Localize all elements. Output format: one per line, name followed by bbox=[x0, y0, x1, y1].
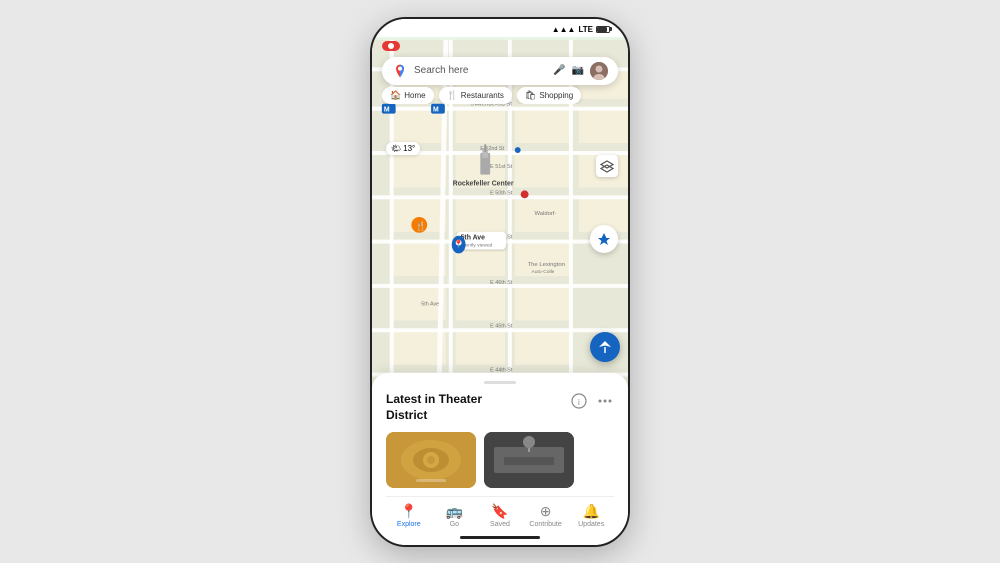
record-button[interactable] bbox=[382, 41, 400, 51]
svg-text:M: M bbox=[384, 106, 390, 113]
svg-text:📍: 📍 bbox=[454, 238, 464, 248]
maps-logo-icon bbox=[392, 63, 408, 79]
bottom-nav: 📍 Explore 🚌 Go 🔖 Saved ⊕ Contribute 🔔 Up… bbox=[386, 496, 614, 532]
home-indicator bbox=[460, 536, 540, 539]
status-icons: ▲▲▲ LTE bbox=[552, 25, 610, 34]
svg-text:E 51st St: E 51st St bbox=[490, 163, 512, 169]
svg-text:E 50th St: E 50th St bbox=[490, 190, 513, 196]
restaurants-icon: 🍴 bbox=[447, 90, 458, 101]
svg-text:🍴: 🍴 bbox=[415, 219, 426, 231]
svg-text:Rockefeller Center: Rockefeller Center bbox=[453, 180, 514, 187]
navigation-fab[interactable] bbox=[590, 332, 620, 362]
phone-frame: W 55th St 5 Avenue–53 St E 52nd St E 51s… bbox=[370, 17, 630, 547]
panel-title: Latest in TheaterDistrict bbox=[386, 392, 482, 423]
record-dot bbox=[388, 43, 394, 49]
temp-icon: 🌤 bbox=[391, 144, 401, 153]
pill-home[interactable]: 🏠 Home bbox=[382, 87, 434, 104]
svg-text:i: i bbox=[578, 398, 580, 407]
search-bar[interactable]: Search here 🎤 📷 bbox=[382, 57, 618, 85]
pill-restaurants[interactable]: 🍴 Restaurants bbox=[439, 87, 512, 104]
saved-label: Saved bbox=[490, 521, 510, 528]
more-options-button[interactable] bbox=[596, 392, 614, 410]
svg-text:E 46th St: E 46th St bbox=[490, 279, 513, 285]
photo-thumb-1[interactable] bbox=[386, 432, 476, 488]
svg-text:Auto·Colle: Auto·Colle bbox=[532, 269, 555, 275]
photo-thumb-2[interactable] bbox=[484, 432, 574, 488]
layers-button[interactable] bbox=[596, 155, 618, 177]
home-icon: 🏠 bbox=[390, 90, 401, 101]
go-label: Go bbox=[450, 521, 459, 528]
shopping-icon: 🛍 bbox=[525, 90, 536, 101]
svg-text:E 45th St: E 45th St bbox=[490, 323, 513, 329]
svg-text:Waldorf·: Waldorf· bbox=[534, 211, 556, 217]
explore-icon: 📍 bbox=[400, 503, 417, 520]
temperature-badge: 🌤 13° bbox=[386, 142, 420, 155]
updates-icon: 🔔 bbox=[582, 503, 599, 520]
temperature-value: 13° bbox=[403, 144, 415, 153]
battery-icon bbox=[596, 26, 610, 33]
svg-text:E 44th St: E 44th St bbox=[490, 367, 513, 373]
saved-icon: 🔖 bbox=[491, 503, 508, 520]
user-avatar[interactable] bbox=[590, 62, 608, 80]
contribute-label: Contribute bbox=[529, 521, 561, 528]
explore-label: Explore bbox=[397, 521, 421, 528]
pill-shopping-label: Shopping bbox=[539, 91, 573, 100]
mic-icon[interactable]: 🎤 bbox=[553, 65, 565, 76]
category-pills: 🏠 Home 🍴 Restaurants 🛍 Shopping bbox=[382, 87, 628, 104]
go-icon: 🚌 bbox=[446, 503, 463, 520]
camera-icon[interactable]: 📷 bbox=[572, 65, 584, 76]
status-bar: ▲▲▲ LTE bbox=[372, 19, 628, 36]
nav-saved[interactable]: 🔖 Saved bbox=[480, 503, 520, 528]
svg-text:The Lexington: The Lexington bbox=[528, 262, 565, 268]
updates-label: Updates bbox=[578, 521, 604, 528]
panel-header: Latest in TheaterDistrict i bbox=[386, 392, 614, 423]
svg-text:5th Ave: 5th Ave bbox=[421, 301, 439, 307]
battery-fill bbox=[597, 27, 607, 32]
contribute-icon: ⊕ bbox=[540, 503, 552, 520]
search-bar-container: Search here 🎤 📷 bbox=[382, 57, 618, 85]
info-button[interactable]: i bbox=[570, 392, 588, 410]
signal-icon: ▲▲▲ bbox=[552, 25, 576, 34]
location-button[interactable] bbox=[590, 225, 618, 253]
panel-actions: i bbox=[570, 392, 614, 410]
nav-contribute[interactable]: ⊕ Contribute bbox=[526, 503, 566, 528]
bottom-panel: Latest in TheaterDistrict i bbox=[372, 373, 628, 544]
nav-updates[interactable]: 🔔 Updates bbox=[571, 503, 611, 528]
pill-shopping[interactable]: 🛍 Shopping bbox=[517, 87, 581, 104]
search-input-text[interactable]: Search here bbox=[414, 65, 547, 76]
nav-explore[interactable]: 📍 Explore bbox=[389, 503, 429, 528]
nav-go[interactable]: 🚌 Go bbox=[434, 503, 474, 528]
pill-restaurants-label: Restaurants bbox=[461, 91, 504, 100]
panel-handle[interactable] bbox=[484, 381, 516, 384]
lte-label: LTE bbox=[578, 25, 593, 34]
svg-text:M: M bbox=[433, 106, 439, 113]
pill-home-label: Home bbox=[404, 91, 425, 100]
photo-row bbox=[386, 432, 614, 488]
